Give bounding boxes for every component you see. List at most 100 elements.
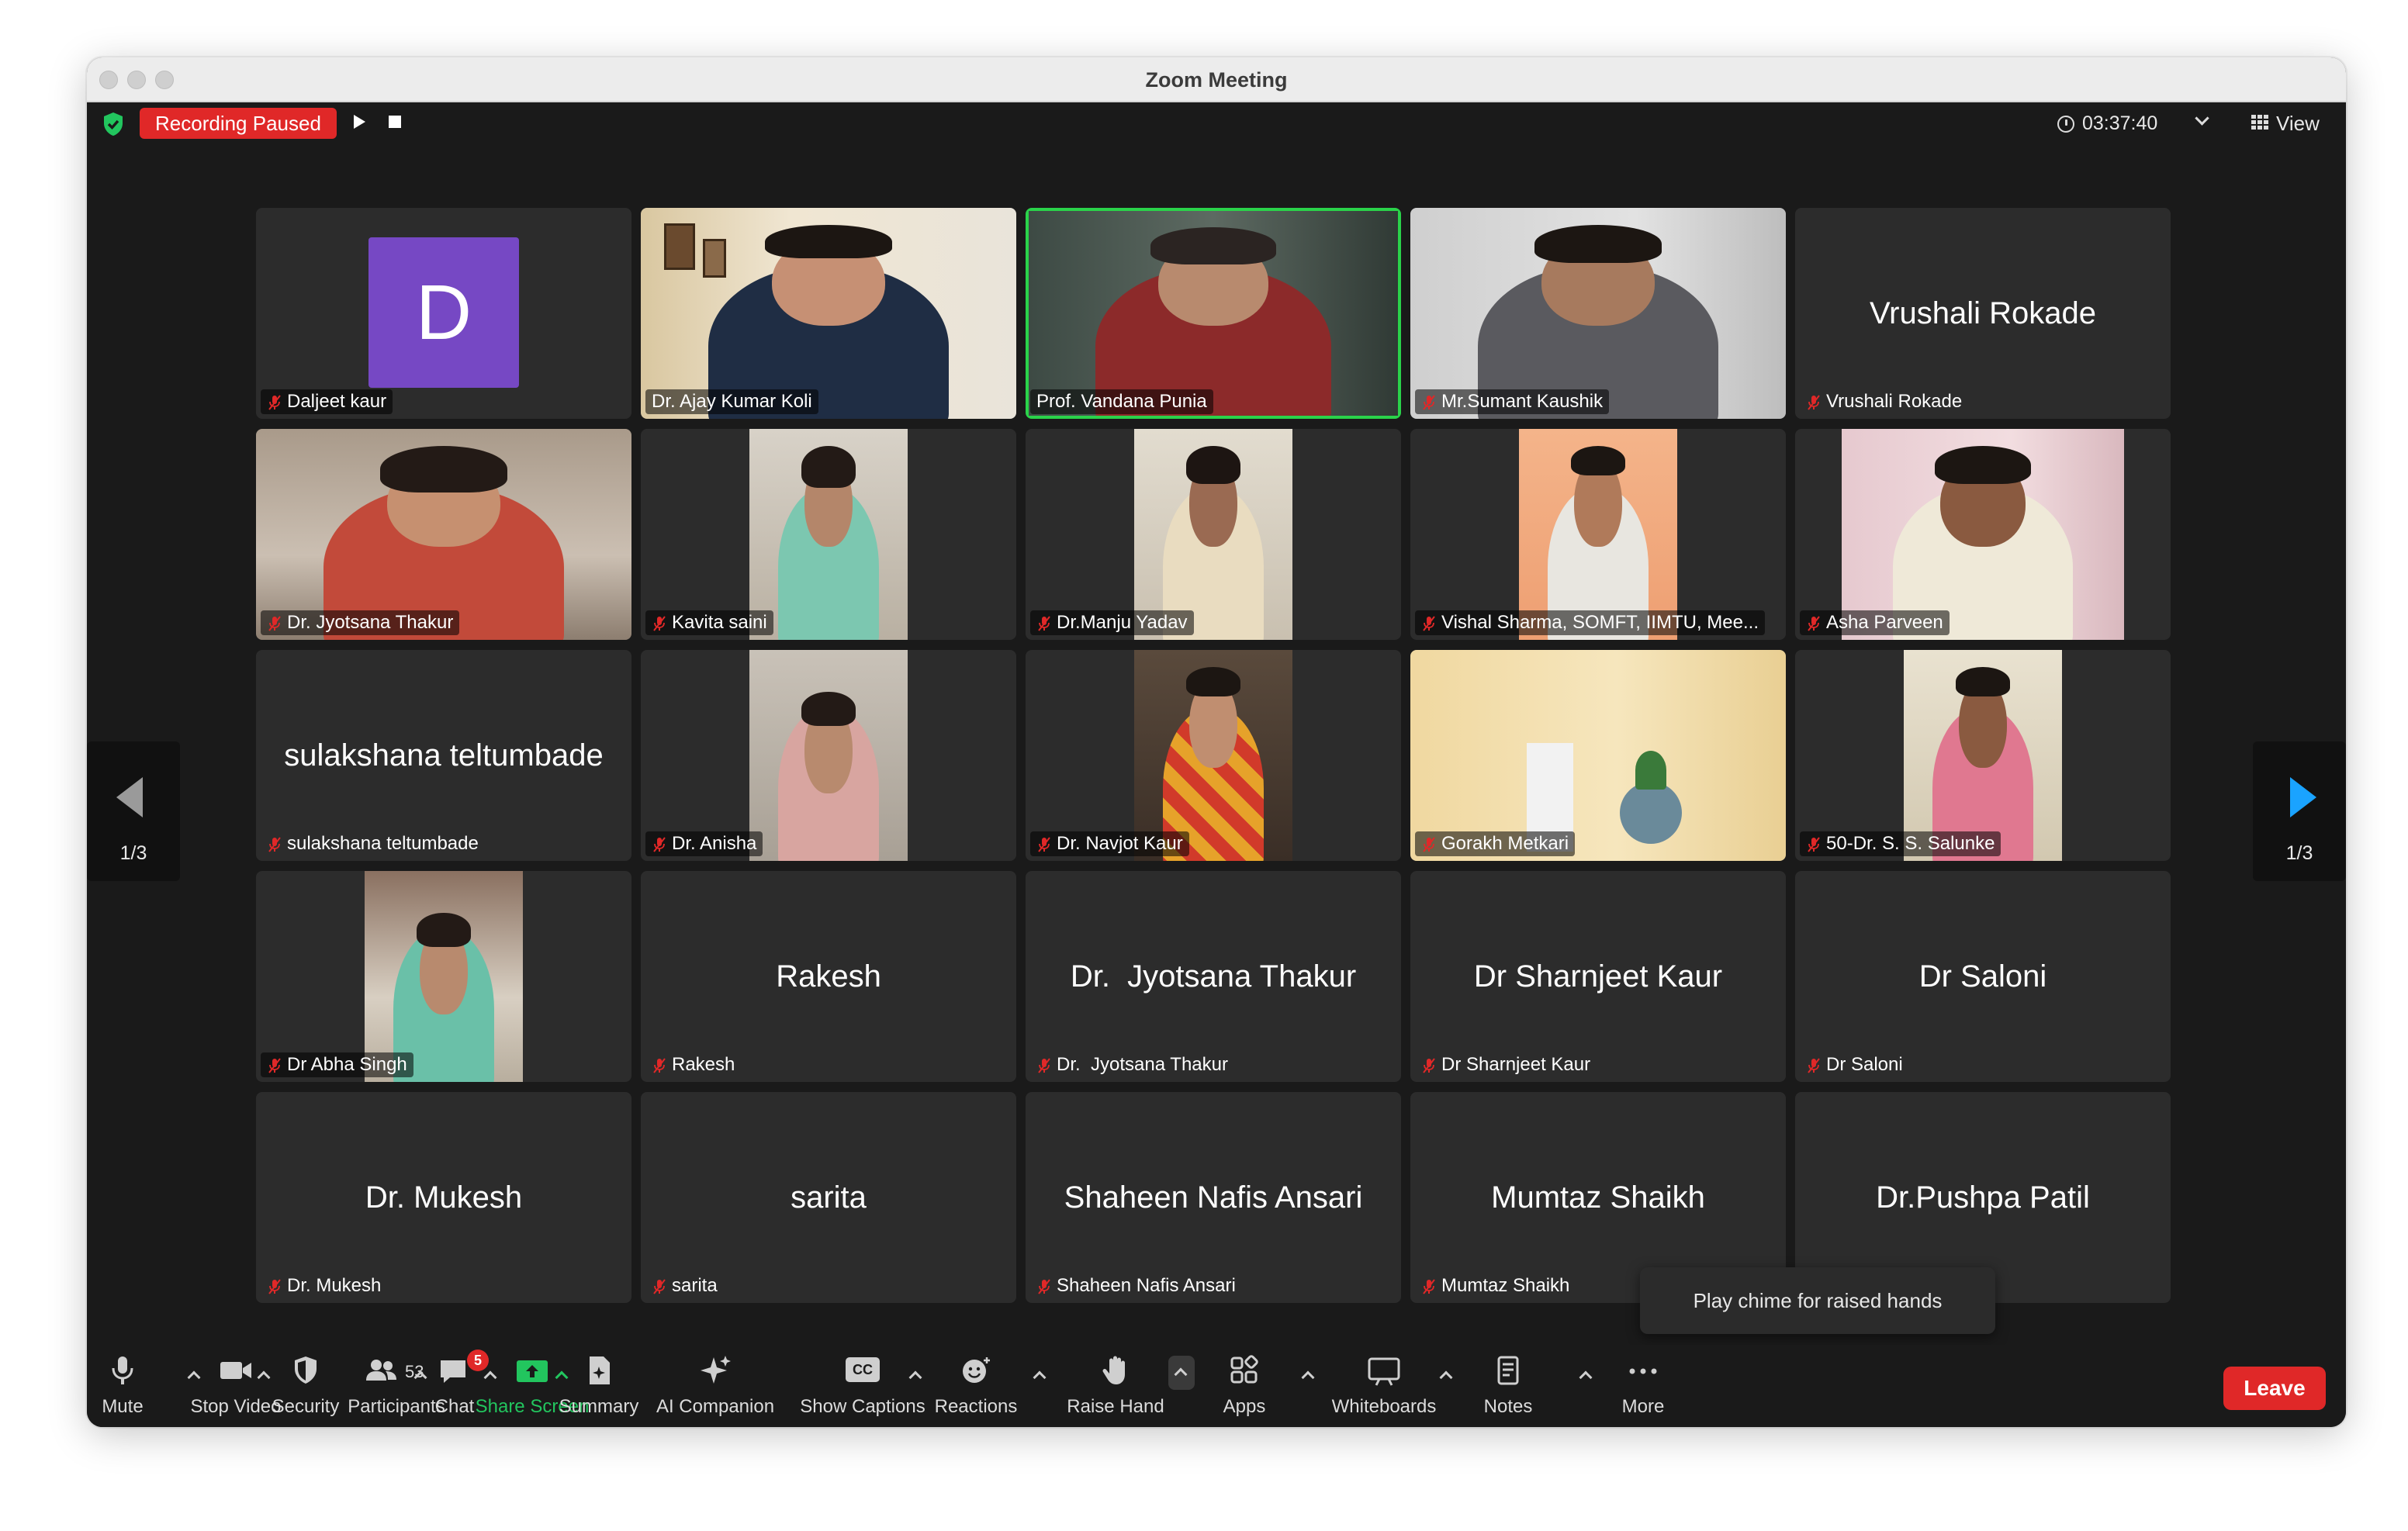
participant-name-label: Dr.Manju Yadav — [1030, 610, 1194, 635]
participant-display-name: Dr. Mukesh — [365, 1180, 523, 1215]
muted-mic-icon — [1421, 1277, 1437, 1294]
participant-tile[interactable]: Dr. Navjot Kaur — [1026, 650, 1401, 861]
participant-tile[interactable]: Dr. Jyotsana Thakur Dr. Jyotsana Thakur — [1026, 871, 1401, 1082]
notes-icon — [1497, 1356, 1519, 1385]
participant-tile[interactable]: Dr. Mukesh Dr. Mukesh — [256, 1092, 631, 1303]
raise-hand-menu-option[interactable]: Play chime for raised hands — [1640, 1267, 1995, 1334]
participant-tile[interactable]: Kavita saini — [641, 429, 1016, 640]
participant-tile[interactable]: Dr Abha Singh — [256, 871, 631, 1082]
muted-mic-icon — [1036, 1056, 1052, 1073]
participant-video — [1519, 429, 1677, 640]
participant-tile[interactable]: sarita sarita — [641, 1092, 1016, 1303]
participant-tile[interactable]: Rakesh Rakesh — [641, 871, 1016, 1082]
participant-tile[interactable]: Vrushali Rokade Vrushali Rokade — [1795, 208, 2171, 419]
participant-name-label: Dr. Jyotsana Thakur — [1030, 1052, 1234, 1077]
video-camera-icon — [220, 1362, 251, 1379]
muted-mic-icon — [1036, 1277, 1052, 1294]
previous-page-button[interactable]: 1/3 — [87, 741, 180, 881]
participant-tile[interactable]: Shaheen Nafis Ansari Shaheen Nafis Ansar… — [1026, 1092, 1401, 1303]
window-title: Zoom Meeting — [1145, 68, 1288, 92]
muted-mic-icon — [1806, 393, 1822, 410]
muted-mic-icon — [652, 1277, 667, 1294]
reactions-button[interactable]: Reactions — [932, 1345, 1019, 1427]
muted-mic-icon — [267, 614, 282, 631]
participant-tile[interactable]: Dr. Ajay Kumar Koli — [641, 208, 1016, 419]
view-button[interactable]: View — [2248, 109, 2320, 137]
show-captions-button[interactable]: CC Show Captions — [800, 1345, 925, 1427]
participant-tile[interactable]: Dr Sharnjeet Kaur Dr Sharnjeet Kaur — [1410, 871, 1786, 1082]
participant-tile[interactable]: Dr. Jyotsana Thakur — [256, 429, 631, 640]
participant-video — [641, 208, 1016, 419]
notes-options-caret-icon[interactable] — [1579, 1370, 1593, 1384]
notes-button[interactable]: Notes — [1465, 1345, 1552, 1427]
whiteboards-button[interactable]: Whiteboards — [1323, 1345, 1444, 1427]
meeting-toolbar: Mute Stop Video Security 53 Participants… — [87, 1345, 2346, 1427]
participant-name-label: 50-Dr. S. S. Salunke — [1800, 831, 2001, 856]
ai-companion-label: AI Companion — [656, 1396, 775, 1417]
ai-companion-button[interactable]: AI Companion — [656, 1345, 774, 1427]
participant-name-label: Gorakh Metkari — [1415, 831, 1576, 856]
sparkle-icon — [701, 1356, 731, 1384]
participant-name: sarita — [672, 1275, 718, 1296]
participant-tile-active-speaker[interactable]: Prof. Vandana Punia — [1026, 208, 1401, 419]
participant-tile[interactable]: 50-Dr. S. S. Salunke — [1795, 650, 2171, 861]
participant-name: Gorakh Metkari — [1441, 833, 1569, 854]
muted-mic-icon — [267, 835, 282, 852]
recording-status-badge: Recording Paused — [140, 108, 337, 139]
participant-name: Vrushali Rokade — [1826, 391, 1963, 412]
participant-name: 50-Dr. S. S. Salunke — [1826, 833, 1995, 854]
raise-hand-button[interactable]: Raise Hand — [1061, 1345, 1170, 1427]
security-shield-icon — [295, 1356, 317, 1384]
participant-name-label: Vrushali Rokade — [1800, 389, 1968, 414]
more-button[interactable]: More — [1600, 1345, 1687, 1427]
zoom-window: Zoom Meeting Recording Paused 03:37:40 V… — [87, 57, 2346, 1427]
muted-mic-icon — [1806, 1056, 1822, 1073]
participant-name-label: Dr Abha Singh — [261, 1052, 413, 1077]
title-bar: Zoom Meeting — [87, 57, 2346, 102]
participant-name: Dr. Jyotsana Thakur — [1057, 1054, 1228, 1075]
participant-tile[interactable]: Dr Saloni Dr Saloni — [1795, 871, 2171, 1082]
participant-tile[interactable]: Mr.Sumant Kaushik — [1410, 208, 1786, 419]
participant-video — [256, 429, 631, 640]
chevron-down-icon[interactable] — [2195, 111, 2209, 126]
participant-display-name: Vrushali Rokade — [1869, 296, 2096, 330]
muted-mic-icon — [1806, 614, 1822, 631]
raise-hand-options-button[interactable] — [1168, 1356, 1195, 1390]
stop-recording-icon[interactable] — [389, 116, 401, 128]
participant-name-label: Dr. Jyotsana Thakur — [261, 610, 460, 635]
next-page-button[interactable]: 1/3 — [2253, 741, 2346, 881]
participant-name-label: Kavita saini — [645, 610, 773, 635]
meeting-elapsed-time[interactable]: 03:37:40 — [2082, 109, 2157, 137]
reactions-options-caret-icon[interactable] — [1033, 1370, 1047, 1384]
apps-options-caret-icon[interactable] — [1301, 1370, 1315, 1384]
muted-mic-icon — [652, 614, 667, 631]
gallery-view: D Daljeet kaur Dr. Ajay Kumar Koli Prof.… — [256, 208, 2177, 1303]
participant-video — [749, 650, 908, 861]
participant-name-label: Vishal Sharma, SOMFT, IIMTU, Mee... — [1415, 610, 1765, 635]
leave-meeting-button[interactable]: Leave — [2223, 1367, 2326, 1410]
participant-tile[interactable]: Dr. Anisha — [641, 650, 1016, 861]
participant-video — [1134, 429, 1292, 640]
more-dots-icon — [1629, 1368, 1657, 1374]
participant-avatar: D — [368, 237, 519, 388]
participant-tile[interactable]: Dr.Manju Yadav — [1026, 429, 1401, 640]
participant-video — [1410, 650, 1786, 861]
encryption-shield-icon[interactable] — [102, 112, 124, 137]
participant-name: Dr Abha Singh — [287, 1054, 407, 1075]
page-indicator: 1/3 — [119, 842, 147, 864]
resume-recording-icon[interactable] — [354, 115, 365, 129]
apps-button[interactable]: Apps — [1201, 1345, 1288, 1427]
participant-name: Mumtaz Shaikh — [1441, 1275, 1570, 1296]
participant-name: Prof. Vandana Punia — [1036, 391, 1207, 412]
participant-name: Daljeet kaur — [287, 391, 387, 412]
participant-tile[interactable]: sulakshana teltumbade sulakshana teltumb… — [256, 650, 631, 861]
participant-name: Dr Saloni — [1826, 1054, 1903, 1075]
participant-name-label: Mumtaz Shaikh — [1415, 1274, 1576, 1298]
meeting-top-bar: Recording Paused 03:37:40 View — [87, 102, 2346, 164]
participant-tile[interactable]: Asha Parveen — [1795, 429, 2171, 640]
more-label: More — [1621, 1396, 1665, 1417]
participant-name-label: Dr Saloni — [1800, 1052, 1909, 1077]
participant-tile[interactable]: D Daljeet kaur — [256, 208, 631, 419]
participant-tile[interactable]: Gorakh Metkari — [1410, 650, 1786, 861]
participant-tile[interactable]: Vishal Sharma, SOMFT, IIMTU, Mee... — [1410, 429, 1786, 640]
